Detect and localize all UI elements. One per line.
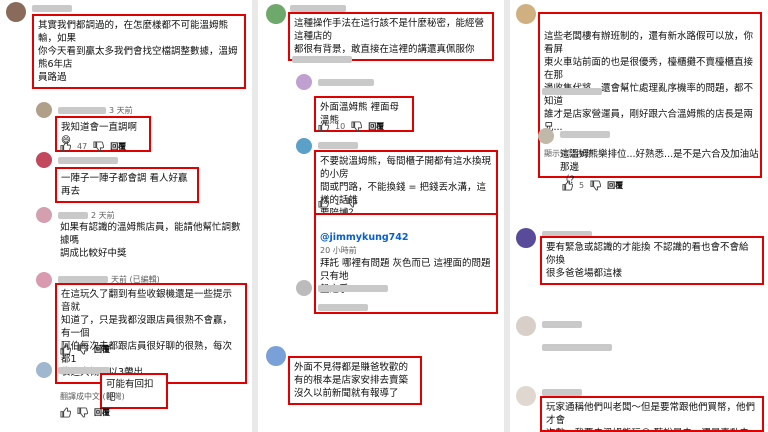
avatar [266, 4, 286, 24]
comment-actions [292, 52, 355, 66]
thumbs-down-icon[interactable] [351, 120, 363, 132]
thumbs-down-icon[interactable] [346, 196, 358, 208]
comments-panel-middle[interactable]: 這種操作手法在這行該不是什麼秘密，能經營這種店的 都很有背景，敢直接在這裡的講還… [258, 0, 504, 432]
thumbs-up-icon[interactable] [318, 120, 329, 132]
reply-button[interactable]: 回覆 [94, 344, 110, 355]
reply-button[interactable]: 回覆 [368, 121, 384, 132]
comment-text: 一陣子一陣子都會調 看人好贏再去 [55, 167, 199, 203]
comment-text: 要有緊急或認識的才能換 不認識的看也會不會給你換 很多爸爸場都這樣 [540, 236, 764, 285]
thumbs-down-icon[interactable] [77, 406, 88, 418]
comment-actions [318, 300, 371, 314]
comments-panel-right[interactable]: 這些老闆樓有辦班制的，還有新水路假可以放，你看屏 東火車站前面的也是很優秀，檯櫃… [510, 0, 768, 432]
comment-text: 其實我們都調過的，在怎麼樣都不可能溫姆熊輸，如果 你今天看到贏太多我們會找空檔調… [32, 14, 246, 89]
comment-actions [542, 84, 605, 98]
translate-link[interactable]: 翻譯成中文 (台灣) [60, 391, 125, 402]
comment-actions: 1 [318, 195, 358, 209]
reply-time: 20 小時前 [320, 246, 357, 255]
like-count: 1 [335, 197, 341, 207]
comment-text: 外面不見得都是賺爸牧歡的 有的根本是店家安排去賣築 沒久以前新聞就有報導了 [288, 356, 422, 405]
thumbs-down-icon[interactable] [93, 140, 105, 152]
comment-actions: 10 回覆 [318, 119, 384, 133]
avatar [538, 128, 554, 144]
comment-author [542, 320, 585, 329]
reply-button[interactable]: 回覆 [94, 407, 110, 418]
comment-text: 玩家通稱他們叫老闆～但是要常跟他們買幣，他們才會 次數一我要去溫姆熊玩😄 聽說是… [540, 396, 764, 432]
comment-author [560, 130, 613, 139]
comment-meta: 3 天前 [58, 105, 133, 116]
avatar [296, 138, 312, 154]
comment-author [318, 284, 391, 293]
avatar [516, 4, 536, 24]
comment-actions: 47 回覆 [60, 139, 126, 153]
comment-actions: 5 回覆 [562, 178, 623, 192]
comment-meta: 2 天前 [58, 210, 115, 221]
like-count: 47 [77, 141, 88, 151]
comments-panel-left[interactable]: 其實我們都調過的，在怎麼樣都不可能溫姆熊輸，如果 你今天看到贏太多我們會找空檔調… [0, 0, 252, 432]
avatar [36, 362, 52, 378]
comment-text: 如果有認識的溫姆熊店員，能請他幫忙調數據嗎 調成比較好中獎 [60, 222, 241, 259]
thumbs-up-icon[interactable] [60, 140, 71, 152]
comment-author [32, 4, 75, 13]
reply-button[interactable]: 回覆 [110, 141, 126, 152]
avatar [266, 346, 286, 366]
comment-author [318, 141, 361, 150]
avatar [296, 74, 312, 90]
avatar [36, 272, 52, 288]
reply-handle[interactable]: @jimmykung742 [320, 232, 408, 243]
like-count: 10 [335, 121, 346, 131]
thumbs-down-icon[interactable] [590, 179, 602, 191]
comment-actions: 回覆 [60, 342, 110, 356]
comment-actions [542, 340, 615, 354]
comment-author [58, 156, 121, 165]
avatar [6, 2, 26, 22]
like-count: 5 [579, 180, 585, 190]
reply-button[interactable]: 回覆 [607, 180, 623, 191]
thumbs-up-icon[interactable] [562, 179, 573, 191]
thumbs-up-icon[interactable] [318, 196, 329, 208]
comment-author [318, 78, 377, 87]
thumbs-up-icon[interactable] [60, 406, 71, 418]
avatar [36, 102, 52, 118]
comment-actions: 回覆 [60, 405, 110, 419]
thumbs-down-icon[interactable] [77, 343, 88, 355]
thumbs-up-icon[interactable] [60, 343, 71, 355]
avatar [36, 207, 52, 223]
avatar [36, 152, 52, 168]
avatar [296, 280, 312, 296]
avatar [516, 228, 536, 248]
avatar [516, 386, 536, 406]
avatar [516, 316, 536, 336]
reply-thread-text: @jimmykung742 20 小時前 拜託 哪裡有問題 灰色而已 這裡面的問… [314, 213, 498, 314]
